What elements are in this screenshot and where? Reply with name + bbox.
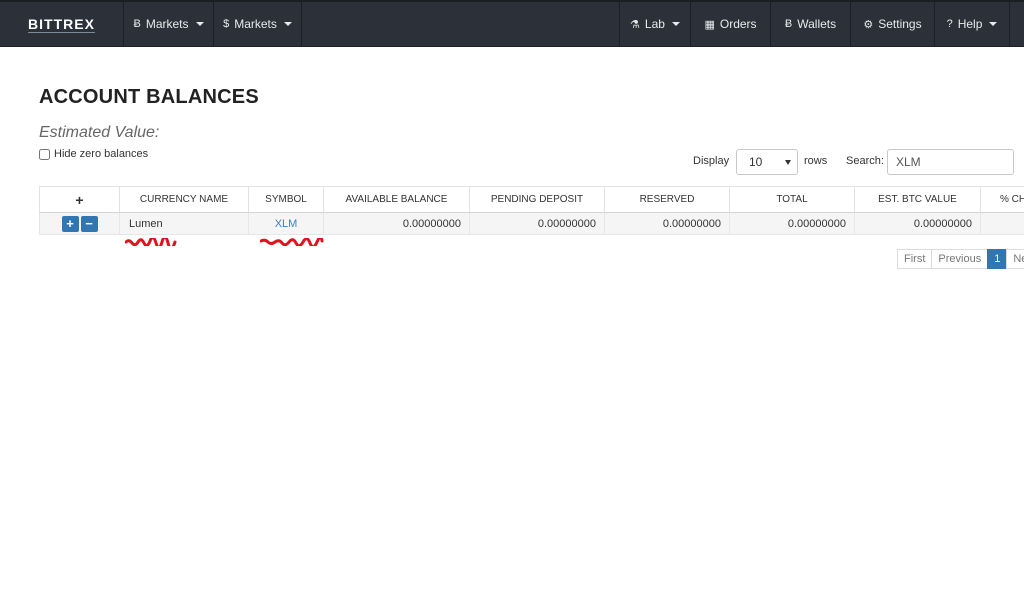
- nav-orders[interactable]: ▦ Orders: [691, 2, 771, 46]
- search-input[interactable]: [887, 149, 1014, 175]
- cell-total: 0.00000000: [729, 212, 855, 235]
- expand-all-header[interactable]: +: [39, 186, 120, 213]
- page-first-button[interactable]: First: [897, 249, 933, 269]
- withdraw-minus-button[interactable]: −: [80, 215, 98, 232]
- balances-table: + CURRENCY NAME SYMBOL AVAILABLE BALANCE…: [39, 186, 1024, 235]
- hide-zero-balances[interactable]: Hide zero balances: [39, 148, 148, 160]
- nav-label: Help: [957, 17, 983, 31]
- rows-label: rows: [804, 155, 828, 167]
- nav-help[interactable]: ? Help: [935, 2, 1010, 46]
- col-reserved[interactable]: RESERVED: [604, 186, 730, 213]
- page-next-button[interactable]: Next: [1006, 249, 1024, 269]
- bitcoin-icon: Ƀ: [784, 18, 793, 30]
- table-row: + − Lumen XLM 0.00000000 0.00000000 0.000…: [39, 212, 1024, 235]
- gear-icon: ⚙: [863, 18, 874, 31]
- nav-label: Settings: [878, 17, 922, 31]
- caret-down-icon: [989, 22, 998, 26]
- nav-settings[interactable]: ⚙ Settings: [851, 2, 935, 46]
- nav-wallets[interactable]: Ƀ Wallets: [771, 2, 851, 46]
- question-circle-icon: ?: [946, 18, 953, 30]
- page-previous-button[interactable]: Previous: [931, 249, 989, 269]
- cell-est-btc-value: 0.00000000: [854, 212, 981, 235]
- nav-markets-btc[interactable]: Ƀ Markets: [124, 2, 214, 46]
- page-current-button[interactable]: 1: [987, 249, 1008, 269]
- hide-zero-label: Hide zero balances: [54, 148, 149, 160]
- page-title: ACCOUNT BALANCES: [39, 86, 259, 108]
- nav-lab[interactable]: ⚗ Lab: [619, 2, 691, 46]
- col-total[interactable]: TOTAL: [729, 186, 855, 213]
- caret-down-icon: [195, 22, 204, 26]
- col-available-balance[interactable]: AVAILABLE BALANCE: [323, 186, 470, 213]
- cell-reserved: 0.00000000: [604, 212, 730, 235]
- bitcoin-icon: Ƀ: [133, 18, 141, 30]
- calendar-icon: ▦: [704, 18, 715, 31]
- dollar-icon: $: [223, 18, 230, 30]
- cell-pct-change: [980, 212, 1024, 235]
- redaction-scribble: [260, 238, 324, 246]
- nav-markets-usd[interactable]: $ Markets: [214, 2, 302, 46]
- nav-label: Lab: [644, 17, 665, 31]
- cell-pending-deposit: 0.00000000: [469, 212, 605, 235]
- nav-label: Orders: [719, 17, 757, 31]
- cell-currency-name: Lumen: [119, 212, 249, 235]
- col-est-btc-value[interactable]: EST. BTC VALUE: [854, 186, 981, 213]
- search-label: Search:: [846, 155, 884, 167]
- nav-label: Markets: [145, 17, 189, 31]
- rows-per-page-select[interactable]: 10: [736, 149, 798, 175]
- col-currency-name[interactable]: CURRENCY NAME: [119, 186, 249, 213]
- nav-label: Wallets: [797, 17, 837, 31]
- balances-table-wrapper: + CURRENCY NAME SYMBOL AVAILABLE BALANCE…: [39, 186, 1024, 237]
- flask-icon: ⚗: [630, 18, 640, 31]
- row-actions: + −: [39, 212, 120, 235]
- estimated-value-label: Estimated Value:: [39, 124, 160, 141]
- pagination: First Previous 1 Next: [897, 249, 1024, 269]
- cell-symbol: XLM: [248, 212, 324, 235]
- nav-label: Markets: [234, 17, 277, 31]
- navbar: BITTREX Ƀ Markets $ Markets ⚗ Lab ▦ Orde…: [0, 2, 1024, 47]
- col-pct-change[interactable]: % CHANGE: [980, 186, 1024, 213]
- table-header-row: + CURRENCY NAME SYMBOL AVAILABLE BALANCE…: [39, 186, 1024, 213]
- brand-logo[interactable]: BITTREX: [0, 2, 124, 46]
- caret-down-icon: [283, 22, 292, 26]
- col-pending-deposit[interactable]: PENDING DEPOSIT: [469, 186, 605, 213]
- hide-zero-checkbox[interactable]: [39, 148, 50, 160]
- symbol-link[interactable]: XLM: [275, 218, 298, 230]
- rows-per-page-value: 10: [749, 155, 763, 169]
- dropdown-arrow-icon: [785, 160, 791, 165]
- display-label: Display: [693, 155, 730, 167]
- col-symbol[interactable]: SYMBOL: [248, 186, 324, 213]
- caret-down-icon: [671, 22, 680, 26]
- redaction-scribble: [125, 238, 177, 246]
- cell-available-balance: 0.00000000: [323, 212, 470, 235]
- deposit-plus-button[interactable]: +: [61, 215, 79, 232]
